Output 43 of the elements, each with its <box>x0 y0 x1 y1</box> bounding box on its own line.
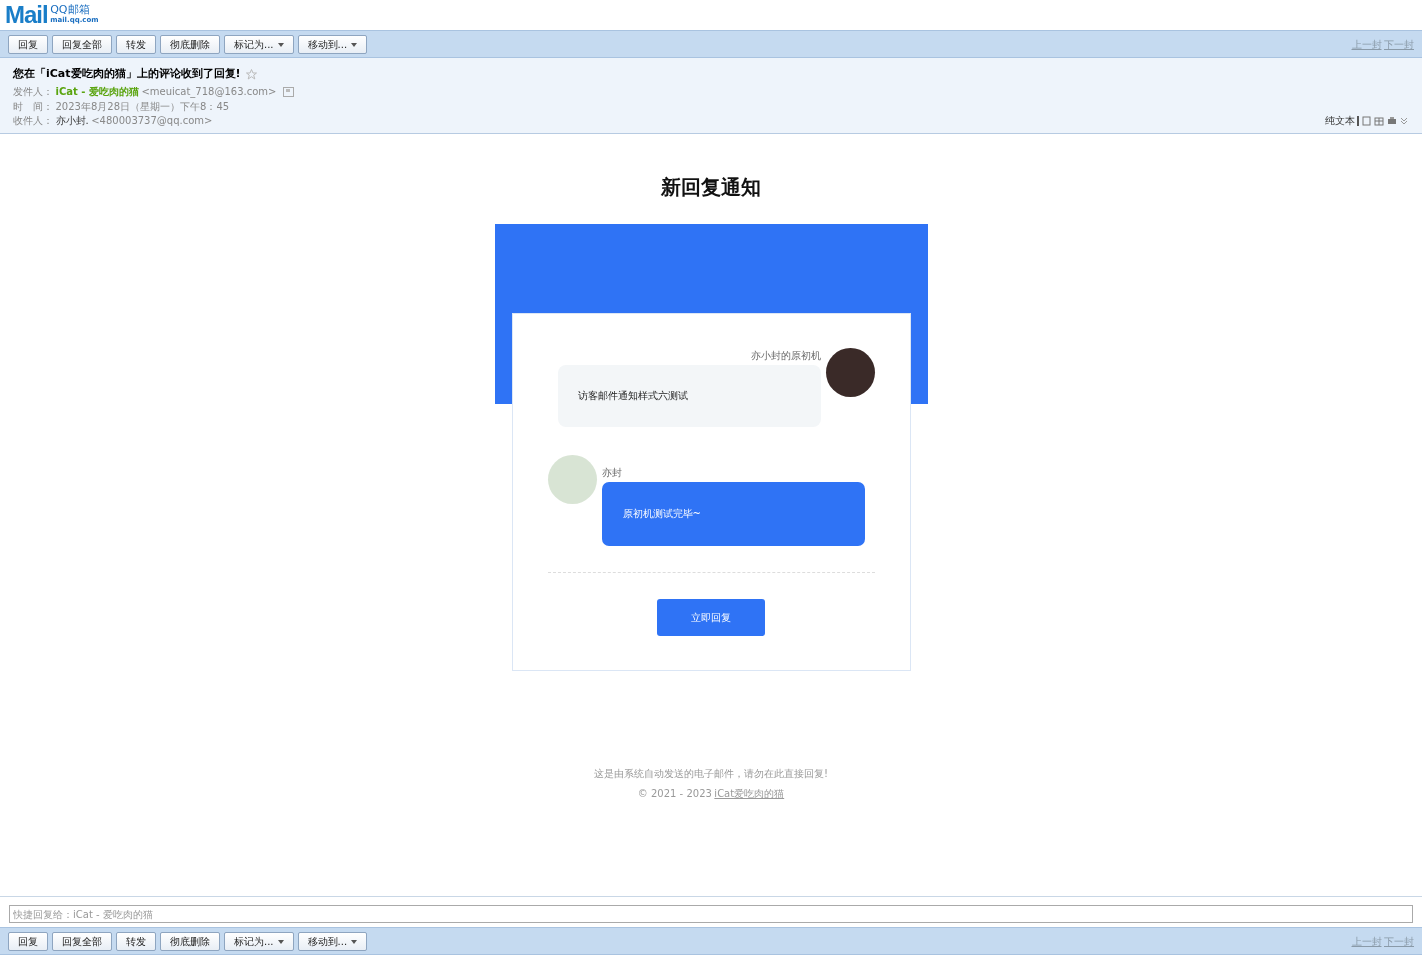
field-label: 时 间： <box>13 99 53 114</box>
split-view-icon[interactable] <box>1374 116 1384 127</box>
recipient-email: <480003737@qq.com> <box>91 114 213 128</box>
author-name: 亦封 <box>601 465 623 480</box>
toolbar-button[interactable]: 移动到... <box>297 931 368 951</box>
expand-icon[interactable] <box>1399 116 1409 127</box>
contact-card-icon <box>282 87 294 98</box>
notification-title: 新回复通知 <box>661 173 761 201</box>
email-subject: 您在「iCat爱吃肉的猫」上的评论收到了回复! <box>13 66 241 82</box>
toolbar-button[interactable]: 标记为... <box>224 34 294 54</box>
toolbar-button[interactable]: 标记为... <box>224 931 294 951</box>
recipient-name: 亦小封. <box>55 114 89 128</box>
reply-now-button[interactable]: 立即回复 <box>657 598 765 636</box>
field-label: 发件人： <box>13 85 53 99</box>
field-label: 收件人： <box>13 114 53 128</box>
toolbar-button[interactable]: 彻底删除 <box>160 34 220 54</box>
sender-email: <meuicat_718@163.com> <box>141 85 277 100</box>
caret-icon <box>351 42 358 47</box>
caret-icon <box>351 939 358 944</box>
toolbar-button[interactable]: 移动到... <box>297 34 368 54</box>
reply-bubble: 原初机测试完毕~ <box>601 481 865 546</box>
toolbar-button[interactable]: 回复 <box>8 34 48 54</box>
copyright-text: © 2021 - 2023 <box>637 786 712 801</box>
toolbar-button[interactable]: 彻底删除 <box>160 931 220 951</box>
print-icon[interactable] <box>1386 116 1397 127</box>
send-time: 2023年8月28日（星期一）下午8：45 <box>55 99 230 114</box>
plain-text-link[interactable]: 纯文本 <box>1324 114 1355 129</box>
star-icon[interactable] <box>245 68 257 80</box>
sender-name: iCat - 爱吃肉的猫 <box>55 85 139 99</box>
author-name: 亦小封的原初机 <box>750 348 821 363</box>
caret-icon <box>277 939 284 944</box>
message-bubble: 访客邮件通知样式六测试 <box>557 364 821 427</box>
quick-reply-field[interactable]: 快捷回复给：iCat - 爱吃肉的猫 <box>9 905 1413 923</box>
logo-wordmark: Mail <box>5 1 48 29</box>
brand-name: QQ邮箱 <box>50 4 90 16</box>
toolbar-button[interactable]: 回复 <box>8 931 48 951</box>
toolbar-button[interactable]: 转发 <box>116 931 156 951</box>
toolbar-button[interactable]: 转发 <box>116 34 156 54</box>
caret-icon <box>277 42 284 47</box>
footer-note: 这是由系统自动发送的电子邮件，请勿在此直接回复! <box>594 766 828 781</box>
page-icon[interactable] <box>1361 116 1372 127</box>
toolbar-button[interactable]: 回复全部 <box>52 34 112 54</box>
toolbar-button[interactable]: 回复全部 <box>52 931 112 951</box>
